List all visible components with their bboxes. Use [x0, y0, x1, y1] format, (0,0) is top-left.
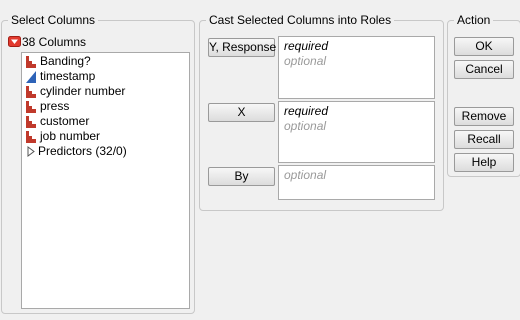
list-item-label: customer [40, 114, 90, 128]
by-button[interactable]: By [208, 167, 275, 186]
continuous-icon [26, 71, 36, 83]
list-item-label: cylinder number [40, 84, 126, 98]
required-hint: required [284, 104, 329, 118]
optional-hint: optional [284, 168, 327, 182]
remove-button[interactable]: Remove [454, 107, 514, 126]
help-button[interactable]: Help [454, 153, 514, 172]
optional-hint: optional [284, 54, 327, 68]
by-role-box[interactable]: optional [278, 165, 435, 200]
nominal-icon [26, 116, 36, 128]
cast-roles-title: Cast Selected Columns into Roles [206, 13, 395, 27]
nominal-icon [26, 56, 36, 68]
list-item-label: Banding? [40, 54, 91, 68]
expand-triangle-icon[interactable] [27, 146, 35, 157]
cast-roles-panel: Cast Selected Columns into Roles Y, Resp… [199, 13, 444, 211]
list-item-label: press [40, 99, 70, 113]
collapse-triangle-icon[interactable] [8, 36, 21, 47]
predictors-group-label: Predictors (32/0) [38, 144, 127, 158]
recall-button[interactable]: Recall [454, 130, 514, 149]
x-button[interactable]: X [208, 103, 275, 122]
column-list[interactable]: Banding? timestamp cylinder number press… [21, 52, 190, 309]
ok-button[interactable]: OK [454, 37, 514, 56]
select-columns-panel: Select Columns 38 Columns Banding? times… [1, 13, 195, 314]
nominal-icon [26, 131, 36, 143]
y-response-role-box[interactable]: required optional [278, 36, 435, 99]
select-columns-title: Select Columns [8, 13, 99, 27]
nominal-icon [26, 86, 36, 98]
cancel-button[interactable]: Cancel [454, 60, 514, 79]
optional-hint: optional [284, 119, 327, 133]
y-response-button[interactable]: Y, Response [208, 38, 276, 57]
action-title: Action [454, 13, 494, 27]
list-item-label: timestamp [40, 69, 96, 83]
action-panel: Action OK Cancel Remove Recall Help [447, 13, 520, 177]
required-hint: required [284, 39, 329, 53]
x-role-box[interactable]: required optional [278, 101, 435, 163]
columns-count-label: 38 Columns [22, 35, 87, 49]
nominal-icon [26, 101, 36, 113]
list-item-label: job number [40, 129, 101, 143]
